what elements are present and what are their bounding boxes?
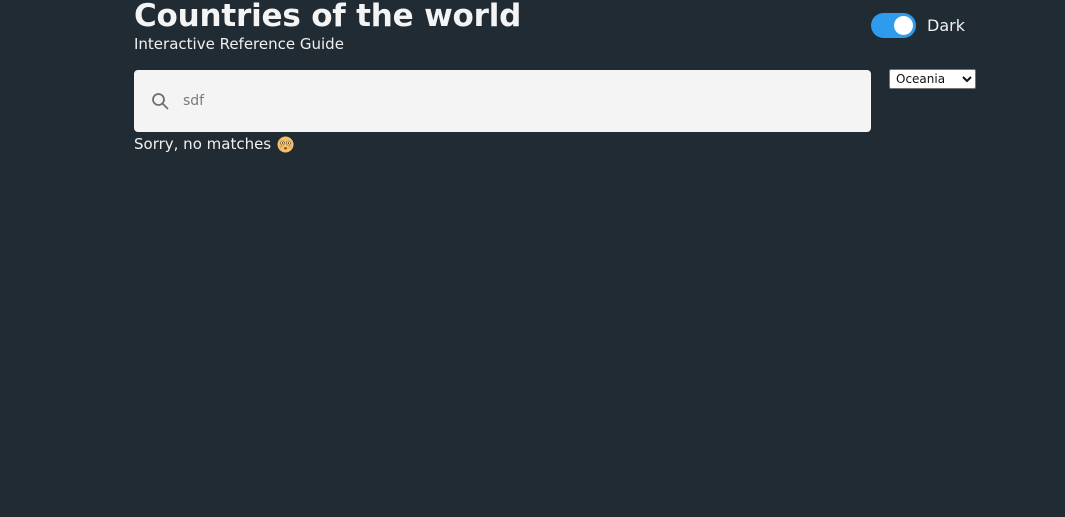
toggle-label: Dark (927, 16, 965, 35)
search-box[interactable] (134, 70, 871, 132)
toggle-knob (894, 16, 913, 35)
toggle-switch[interactable] (871, 13, 916, 38)
page-title: Countries of the world (134, 0, 522, 34)
flushed-face-icon (277, 136, 294, 152)
no-results-message: Sorry, no matches (134, 134, 294, 154)
page: Countries of the world Interactive Refer… (0, 0, 1065, 517)
search-input[interactable] (183, 90, 843, 112)
no-results-text: Sorry, no matches (134, 135, 272, 153)
page-subtitle: Interactive Reference Guide (134, 35, 344, 53)
search-icon (152, 93, 169, 110)
dark-mode-toggle[interactable]: Dark (871, 13, 965, 38)
region-filter-select[interactable]: Oceania (889, 69, 976, 89)
